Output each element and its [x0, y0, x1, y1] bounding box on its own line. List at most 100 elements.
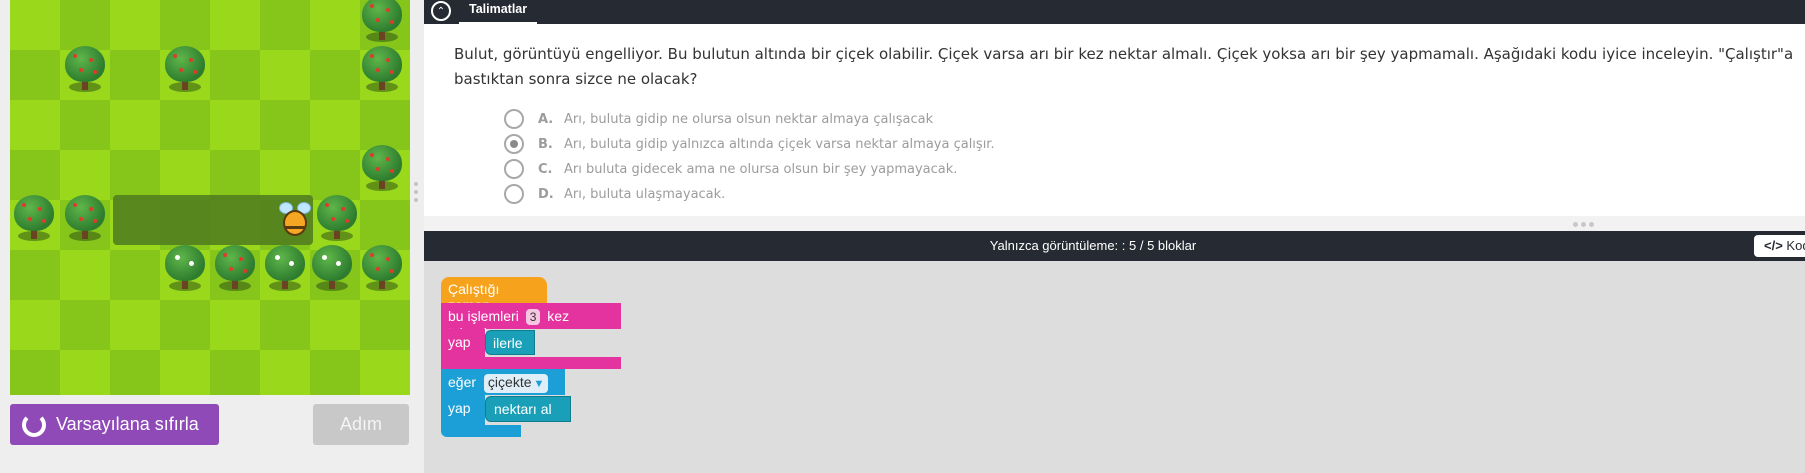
tree-icon	[163, 243, 207, 295]
reset-button[interactable]: Varsayılana sıfırla	[10, 404, 219, 445]
grass-cell	[10, 250, 60, 300]
radio-a[interactable]	[504, 109, 524, 129]
tree-icon	[360, 243, 404, 295]
code-icon: </>	[1764, 238, 1783, 253]
grass-cell	[360, 350, 410, 395]
tree-icon	[63, 44, 107, 96]
option-text: Arı, buluta gidip ne olursa olsun nektar…	[564, 111, 934, 127]
grass-cell	[210, 150, 260, 200]
tree-icon	[63, 193, 107, 245]
grass-cell	[260, 50, 310, 100]
grass-cell	[60, 300, 110, 350]
left-panel: Varsayılana sıfırla Adım	[0, 0, 424, 473]
grass-cell	[310, 300, 360, 350]
option-letter: C.	[538, 161, 553, 177]
condition-value: çiçekte	[487, 374, 532, 390]
repeat-block-foot	[441, 357, 621, 369]
grass-cell	[10, 100, 60, 150]
chevron-up-circle-icon[interactable]: ⌃	[431, 1, 451, 21]
get-nectar-block[interactable]: nektarı al	[485, 396, 571, 422]
show-code-button[interactable]: </> Kod	[1754, 235, 1805, 257]
radio-d[interactable]	[504, 184, 524, 204]
when-run-block[interactable]: Çalıştığı zaman	[441, 277, 547, 313]
instructions-body: Bulut, görüntüyü engelliyor. Bu bulutun …	[424, 24, 1805, 216]
grass-cell	[260, 100, 310, 150]
grass-cell	[160, 150, 210, 200]
horizontal-resize-handle[interactable]	[1573, 222, 1597, 228]
tree-icon	[360, 0, 404, 46]
repeat-count-field[interactable]: 3	[525, 309, 541, 325]
grass-cell	[10, 50, 60, 100]
grass-cell	[10, 300, 60, 350]
block-workspace: Çalıştığı zaman bu işlemleri 3 kez tekra…	[424, 261, 1805, 473]
grass-cell	[160, 300, 210, 350]
option-letter: B.	[538, 136, 553, 152]
app-root: Varsayılana sıfırla Adım ⌃ Talimatlar Bu…	[0, 0, 1805, 473]
grass-cell	[60, 250, 110, 300]
tree-icon	[12, 193, 56, 245]
reset-button-label: Varsayılana sıfırla	[56, 414, 199, 434]
step-button-label: Adım	[339, 414, 382, 434]
reset-icon	[22, 412, 46, 437]
instructions-header: ⌃ Talimatlar	[424, 0, 1805, 24]
condition-dropdown[interactable]: çiçekte ▼	[483, 374, 549, 393]
answer-option-a[interactable]: A. Arı, buluta gidip ne olursa olsun nek…	[504, 107, 933, 131]
tree-icon	[360, 44, 404, 96]
radio-b[interactable]	[504, 134, 524, 154]
tree-icon	[315, 193, 359, 245]
repeat-do-label: yap	[441, 329, 485, 357]
question-text: Bulut, görüntüyü engelliyor. Bu bulutun …	[454, 45, 1794, 88]
grass-cell	[310, 50, 360, 100]
grass-cell	[110, 350, 160, 395]
grass-cell	[110, 250, 160, 300]
grass-cell	[10, 350, 60, 395]
answer-option-c[interactable]: C. Arı buluta gidecek ama ne olursa olsu…	[504, 157, 957, 181]
option-text: Arı, buluta gidip yalnızca altında çiçek…	[564, 136, 995, 152]
grass-cell	[310, 100, 360, 150]
dropdown-arrow-icon: ▼	[533, 378, 545, 390]
grass-cell	[210, 350, 260, 395]
tab-instructions[interactable]: Talimatlar	[459, 0, 538, 24]
grass-cell	[260, 350, 310, 395]
grass-cell	[310, 350, 360, 395]
answer-option-d[interactable]: D. Arı, buluta ulaşmayacak.	[504, 182, 725, 206]
tree-icon	[213, 243, 257, 295]
grass-cell	[260, 150, 310, 200]
if-label: eğer	[448, 374, 477, 390]
grass-cell	[110, 100, 160, 150]
workspace-header: Yalnızca görüntüleme: : 5 / 5 bloklar </…	[424, 231, 1805, 261]
radio-c[interactable]	[504, 159, 524, 179]
repeat-block[interactable]: bu işlemleri 3 kez tekrarla	[441, 303, 621, 341]
vertical-resize-handle[interactable]	[414, 182, 418, 206]
grass-cell	[160, 100, 210, 150]
grass-cell	[260, 0, 310, 50]
grass-cell	[310, 0, 360, 50]
maze-grid	[10, 0, 410, 395]
workspace-title: Yalnızca görüntüleme: : 5 / 5 bloklar	[989, 238, 1197, 253]
grass-cell	[60, 350, 110, 395]
tree-icon	[360, 143, 404, 195]
grass-cell	[110, 50, 160, 100]
option-text: Arı, buluta ulaşmayacak.	[564, 186, 726, 202]
answer-option-b[interactable]: B. Arı, buluta gidip yalnızca altında çi…	[504, 132, 995, 156]
step-button[interactable]: Adım	[313, 404, 409, 445]
if-do-label: yap	[441, 395, 485, 425]
option-letter: A.	[538, 111, 554, 127]
grass-cell	[110, 300, 160, 350]
option-text: Arı buluta gidecek ama ne olursa olsun b…	[564, 161, 958, 177]
move-forward-block[interactable]: ilerle	[485, 330, 535, 355]
if-block-foot	[441, 425, 521, 437]
grass-cell	[360, 300, 410, 350]
grass-cell	[210, 100, 260, 150]
tree-icon	[263, 243, 307, 295]
if-block[interactable]: eğer çiçekte ▼	[441, 369, 565, 395]
right-panel: ⌃ Talimatlar Bulut, görüntüyü engelliyor…	[424, 0, 1805, 473]
repeat-prefix: bu işlemleri	[448, 308, 519, 324]
grass-cell	[210, 0, 260, 50]
grass-cell	[160, 0, 210, 50]
grass-cell	[210, 300, 260, 350]
bee-icon	[277, 200, 313, 240]
code-button-label: Kod	[1786, 238, 1805, 253]
grass-cell	[160, 350, 210, 395]
option-letter: D.	[538, 186, 554, 202]
